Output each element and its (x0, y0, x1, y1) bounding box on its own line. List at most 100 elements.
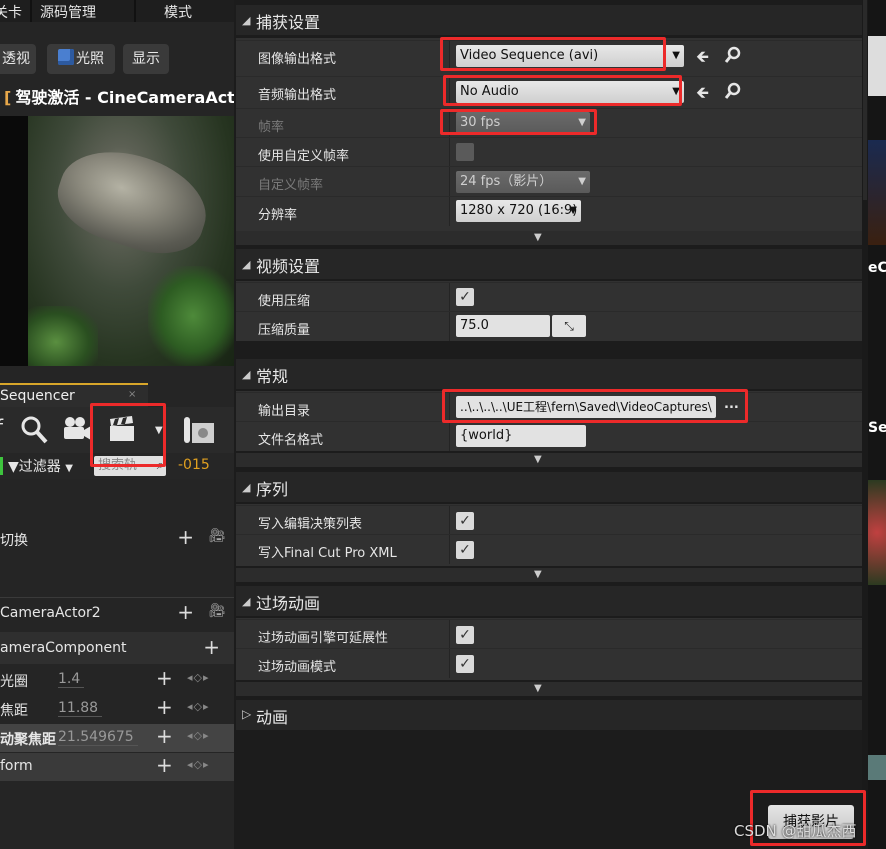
reset-to-default-icon[interactable]: ⤡ (552, 315, 586, 337)
search-icon[interactable] (20, 415, 48, 451)
track-camera-component[interactable]: ameraComponent + (0, 632, 234, 664)
right-label: eC (868, 260, 886, 276)
filter-icon: ▼ (8, 459, 19, 475)
show-button[interactable]: 显示 (123, 44, 169, 74)
section-header-capture-settings[interactable]: ◢ 捕获设置 (236, 5, 862, 35)
add-key-icon[interactable]: + (156, 753, 173, 777)
column-divider (449, 197, 450, 226)
property-value[interactable]: 11.88 (58, 700, 103, 717)
transform-icon[interactable]: ƒ (0, 415, 3, 439)
advanced-expander[interactable]: ▼ (236, 568, 862, 582)
lighting-button[interactable]: 光照 (47, 44, 115, 74)
add-key-icon[interactable]: + (156, 724, 173, 748)
property-label: 动聚焦距 (0, 732, 56, 748)
write-fcp-xml-checkbox[interactable]: ✓ (456, 541, 474, 559)
use-compression-checkbox[interactable]: ✓ (456, 288, 474, 306)
scrollbar-thumb[interactable] (863, 0, 867, 200)
row-label: 过场动画引擎可延展性 (258, 631, 389, 646)
property-value[interactable]: 21.549675 (58, 729, 138, 746)
cinematic-mode-checkbox[interactable]: ✓ (456, 655, 474, 673)
menu-item-level[interactable]: 关卡 (0, 2, 22, 22)
section-header-sequence[interactable]: ◢ 序列 (236, 472, 862, 502)
camera-icon[interactable]: 🎥︎ (208, 528, 226, 544)
advanced-expander[interactable]: ▼ (236, 682, 862, 696)
divider (0, 597, 234, 598)
compression-quality-slider[interactable]: 75.0 (456, 315, 550, 337)
highlight-box (443, 75, 682, 106)
section-title: 动画 (256, 708, 289, 727)
property-row[interactable]: 动聚焦距 21.549675 + ◂◇▸ (0, 724, 234, 752)
camera-icon[interactable] (62, 415, 92, 447)
level-viewport[interactable] (0, 116, 234, 366)
section-body-cinematic: 过场动画引擎可延展性 ✓ 过场动画模式 ✓ (236, 618, 862, 680)
perspective-button[interactable]: 透视 (0, 44, 36, 74)
menu-item-source-control[interactable]: 源码管理 (40, 2, 96, 22)
section-header-general[interactable]: ◢ 常规 (236, 359, 862, 389)
column-divider (449, 649, 450, 678)
add-icon[interactable]: + (177, 525, 194, 549)
sequence-asset-icon[interactable] (182, 415, 216, 451)
keyframe-nav-icon[interactable]: ◂◇▸ (187, 671, 210, 684)
chevron-down-icon: ▼ (672, 50, 680, 61)
row-custom-frame-rate: 自定义帧率 24 fps（影片） ▼ (236, 166, 862, 196)
resolution-dropdown[interactable]: 1280 x 720 (16:9) ▼ (456, 200, 581, 222)
row-label: 写入编辑决策列表 (258, 517, 363, 532)
property-row[interactable]: form + ◂◇▸ (0, 753, 234, 781)
browse-search-icon[interactable] (724, 46, 742, 68)
right-label: Se (868, 420, 886, 436)
use-selected-arrow-icon[interactable]: 🡸 (696, 82, 709, 109)
add-key-icon[interactable]: + (156, 695, 173, 719)
row-resolution: 分辨率 1280 x 720 (16:9) ▼ (236, 196, 862, 226)
row-cinematic-mode: 过场动画模式 ✓ (236, 648, 862, 678)
collapse-arrow-icon: ◢ (242, 481, 251, 494)
row-write-edl: 写入编辑决策列表 ✓ (236, 505, 862, 535)
frame-number[interactable]: -015 (178, 457, 210, 473)
track-switch[interactable]: 切换 + 🎥︎ (0, 525, 234, 568)
close-icon[interactable]: × (128, 389, 136, 400)
scene-fern (28, 306, 98, 366)
engine-scalability-checkbox[interactable]: ✓ (456, 626, 474, 644)
expand-arrow-icon: ▷ (242, 707, 252, 721)
property-label: 光圈 (0, 674, 28, 690)
keyframe-nav-icon[interactable]: ◂◇▸ (187, 729, 210, 742)
advanced-expander[interactable]: ▼ (236, 453, 862, 467)
section-header-video-settings[interactable]: ◢ 视频设置 (236, 249, 862, 279)
custom-frame-rate-checkbox[interactable] (456, 143, 474, 161)
lighting-label: 光照 (76, 51, 104, 67)
add-icon[interactable]: + (177, 600, 194, 624)
track-camera-actor[interactable]: CameraActor2 + 🎥︎ (0, 600, 234, 631)
advanced-expander[interactable]: ▼ (236, 231, 862, 245)
column-divider (449, 620, 450, 649)
row-label: 自定义帧率 (258, 178, 324, 193)
column-divider (449, 422, 450, 451)
right-strip: eC Se (868, 0, 886, 849)
collapse-arrow-icon: ◢ (242, 595, 251, 608)
keyframe-nav-icon[interactable]: ◂◇▸ (187, 758, 210, 771)
property-row[interactable]: 焦距 11.88 + ◂◇▸ (0, 695, 234, 723)
column-divider (449, 506, 450, 535)
filter-button[interactable]: ▼过滤器 ▼ (8, 456, 73, 476)
use-selected-arrow-icon[interactable]: 🡸 (696, 46, 709, 73)
menu-separator (30, 0, 32, 22)
write-edl-checkbox[interactable]: ✓ (456, 512, 474, 530)
section-header-cinematic[interactable]: ◢ 过场动画 (236, 586, 862, 616)
browse-search-icon[interactable] (724, 82, 742, 104)
filename-format-input[interactable]: {world} (456, 425, 586, 447)
row-label: 帧率 (258, 120, 285, 135)
column-divider (449, 138, 450, 167)
keyframe-nav-icon[interactable]: ◂◇▸ (187, 700, 210, 713)
custom-frame-rate-dropdown[interactable]: 24 fps（影片） ▼ (456, 171, 590, 193)
add-key-icon[interactable]: + (156, 666, 173, 690)
track-label: CameraActor2 (0, 605, 101, 621)
property-row[interactable]: 光圈 1.4 + ◂◇▸ (0, 666, 234, 694)
section-header-animation[interactable]: ▷ 动画 (236, 700, 862, 730)
chevron-down-icon: ▼ (578, 176, 586, 187)
property-value[interactable]: 1.4 (58, 671, 85, 688)
camera-icon[interactable]: 🎥︎ (208, 603, 226, 619)
chevron-down-icon: ▼ (534, 232, 542, 243)
row-compression-quality: 压缩质量 75.0 ⤡ (236, 311, 862, 341)
add-icon[interactable]: + (203, 635, 220, 659)
preview-thumbnail (868, 36, 886, 96)
column-divider (449, 312, 450, 341)
menu-item-modes[interactable]: 模式 (164, 2, 192, 22)
